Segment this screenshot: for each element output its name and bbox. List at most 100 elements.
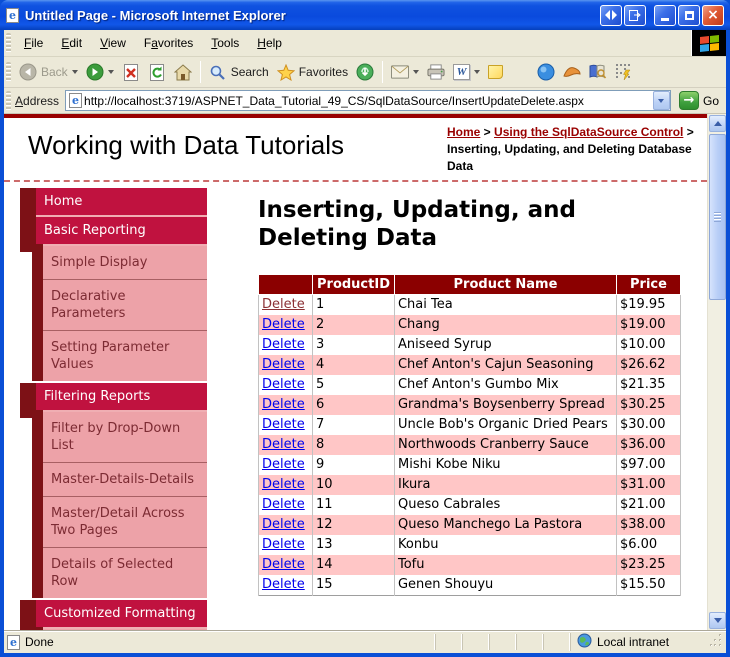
- mail-icon: [391, 63, 410, 81]
- close-icon: ×: [707, 7, 719, 23]
- sidebar-item-declarative-parameters[interactable]: Declarative Parameters: [43, 279, 207, 330]
- delete-link[interactable]: Delete: [262, 357, 305, 372]
- favorites-button[interactable]: Favorites: [273, 61, 352, 83]
- table-head: ProductID Product Name Price: [258, 274, 681, 295]
- vertical-scrollbar[interactable]: [707, 114, 726, 630]
- links-grid-button[interactable]: [611, 61, 637, 83]
- sidebar-item-home[interactable]: Home: [20, 188, 207, 223]
- sidebar-item-format-colors[interactable]: Format Colors: [43, 629, 207, 630]
- product-id-cell: 15: [312, 575, 395, 596]
- title-bar[interactable]: Untitled Page - Microsoft Internet Explo…: [0, 0, 730, 30]
- content-heading: Inserting, Updating, and Deleting Data: [258, 197, 576, 251]
- media-button[interactable]: [352, 61, 378, 83]
- main-content: Inserting, Updating, and Deleting Data P…: [258, 196, 698, 596]
- discuss-button[interactable]: [484, 63, 507, 81]
- resize-grip[interactable]: [710, 634, 723, 650]
- close-button[interactable]: ×: [702, 4, 724, 26]
- scroll-down-button[interactable]: [709, 612, 726, 629]
- go-button[interactable]: Go: [676, 90, 722, 111]
- menu-item-view[interactable]: View: [91, 36, 135, 50]
- sidebar-item-details-of-selected-row[interactable]: Details of Selected Row: [43, 547, 207, 598]
- toolbar-separator: [199, 61, 201, 83]
- forward-button[interactable]: [82, 61, 118, 83]
- toolbar-grip-handle[interactable]: [6, 90, 11, 111]
- sidebar-item-simple-display[interactable]: Simple Display: [43, 246, 207, 279]
- address-dropdown-button[interactable]: [652, 91, 670, 110]
- window-body: FileEditViewFavoritesToolsHelp Back: [4, 30, 726, 653]
- forward-dropdown-icon[interactable]: [107, 70, 114, 74]
- menu-item-help[interactable]: Help: [248, 36, 291, 50]
- restore-arrows-button[interactable]: [600, 4, 622, 26]
- print-button[interactable]: [423, 61, 449, 83]
- throbber: [691, 30, 726, 56]
- scroll-up-button[interactable]: [709, 115, 726, 132]
- media-icon: [356, 63, 374, 81]
- back-dropdown-icon[interactable]: [71, 70, 78, 74]
- delete-link[interactable]: Delete: [262, 497, 305, 512]
- sidebar-item-master-details-details[interactable]: Master-Details-Details: [43, 462, 207, 496]
- addon-orange-button[interactable]: [559, 61, 585, 83]
- delete-link[interactable]: Delete: [262, 477, 305, 492]
- menu-item-favorites[interactable]: Favorites: [135, 36, 202, 50]
- sidebar-item-setting-parameter-values[interactable]: Setting Parameter Values: [43, 330, 207, 381]
- home-button[interactable]: [170, 61, 196, 83]
- chevron-down-icon: [713, 618, 722, 623]
- delete-link[interactable]: Delete: [262, 557, 305, 572]
- edit-with-word-button[interactable]: [449, 62, 484, 82]
- delete-link[interactable]: Delete: [262, 517, 305, 532]
- delete-link[interactable]: Delete: [262, 337, 305, 352]
- table-row: Delete 4 Chef Anton's Cajun Seasoning $26.6…: [258, 355, 681, 375]
- windows-logo-icon: [699, 34, 719, 52]
- research-button[interactable]: [585, 61, 611, 83]
- delete-link[interactable]: Delete: [262, 317, 305, 332]
- product-id-cell: 3: [312, 335, 395, 355]
- detach-window-button[interactable]: [624, 4, 646, 26]
- delete-link[interactable]: Delete: [262, 377, 305, 392]
- delete-link[interactable]: Delete: [262, 417, 305, 432]
- scrollbar-thumb[interactable]: [709, 134, 726, 300]
- delete-link[interactable]: Delete: [262, 397, 305, 412]
- table-row: Delete 6 Grandma's Boysenberry Spread $30.2…: [258, 395, 681, 415]
- sidebar-item-filtering-reports[interactable]: Filtering Reports: [20, 383, 207, 418]
- price-cell: $97.00: [615, 455, 681, 475]
- sidebar-item-basic-reporting[interactable]: Basic Reporting: [20, 217, 207, 252]
- breadcrumb-link-home[interactable]: Home: [447, 125, 480, 139]
- product-name-cell: Tofu: [393, 555, 617, 575]
- delete-link[interactable]: Delete: [262, 457, 305, 472]
- chevron-up-icon: [713, 121, 722, 126]
- delete-link[interactable]: Delete: [262, 297, 305, 312]
- links-grid-icon: [615, 63, 633, 81]
- stop-button[interactable]: [118, 61, 144, 83]
- product-name-cell: Queso Manchego La Pastora: [393, 515, 617, 535]
- mail-dropdown-icon[interactable]: [413, 70, 420, 74]
- address-input[interactable]: [82, 92, 653, 109]
- search-button[interactable]: Search: [205, 61, 273, 83]
- sidebar-item-filter-by-drop-down-list[interactable]: Filter by Drop-Down List: [43, 412, 207, 462]
- delete-link[interactable]: Delete: [262, 537, 305, 552]
- breadcrumb-link-using-the-sqldatasource-control[interactable]: Using the SqlDataSource Control: [494, 125, 683, 139]
- back-button[interactable]: Back: [15, 61, 82, 83]
- table-row: Delete 10 Ikura $31.00: [258, 475, 681, 495]
- maximize-button[interactable]: [678, 4, 700, 26]
- column-header-price: Price: [615, 274, 681, 295]
- messenger-button[interactable]: [533, 61, 559, 83]
- minimize-button[interactable]: [654, 4, 676, 26]
- print-icon: [427, 63, 445, 81]
- sidebar-item-label: Basic Reporting: [44, 223, 146, 238]
- menu-item-tools[interactable]: Tools: [202, 36, 248, 50]
- table-header-row: ProductID Product Name Price: [258, 274, 681, 295]
- toolbar-grip-handle[interactable]: [6, 62, 11, 82]
- table-row: Delete 5 Chef Anton's Gumbo Mix $21.35: [258, 375, 681, 395]
- sidebar-item-master-detail-across-two-pages[interactable]: Master/Detail Across Two Pages: [43, 496, 207, 547]
- page-icon: [69, 93, 83, 108]
- menu-item-file[interactable]: File: [15, 36, 52, 50]
- mail-button[interactable]: [387, 61, 423, 83]
- sidebar-item-customized-formatting[interactable]: Customized Formatting: [20, 600, 207, 630]
- edit-dropdown-icon[interactable]: [474, 70, 481, 74]
- refresh-button[interactable]: [144, 61, 170, 83]
- delete-link[interactable]: Delete: [262, 577, 305, 592]
- toolbar-grip-handle[interactable]: [6, 33, 11, 53]
- menu-item-edit[interactable]: Edit: [52, 36, 91, 50]
- delete-link[interactable]: Delete: [262, 437, 305, 452]
- price-cell: $31.00: [615, 475, 681, 495]
